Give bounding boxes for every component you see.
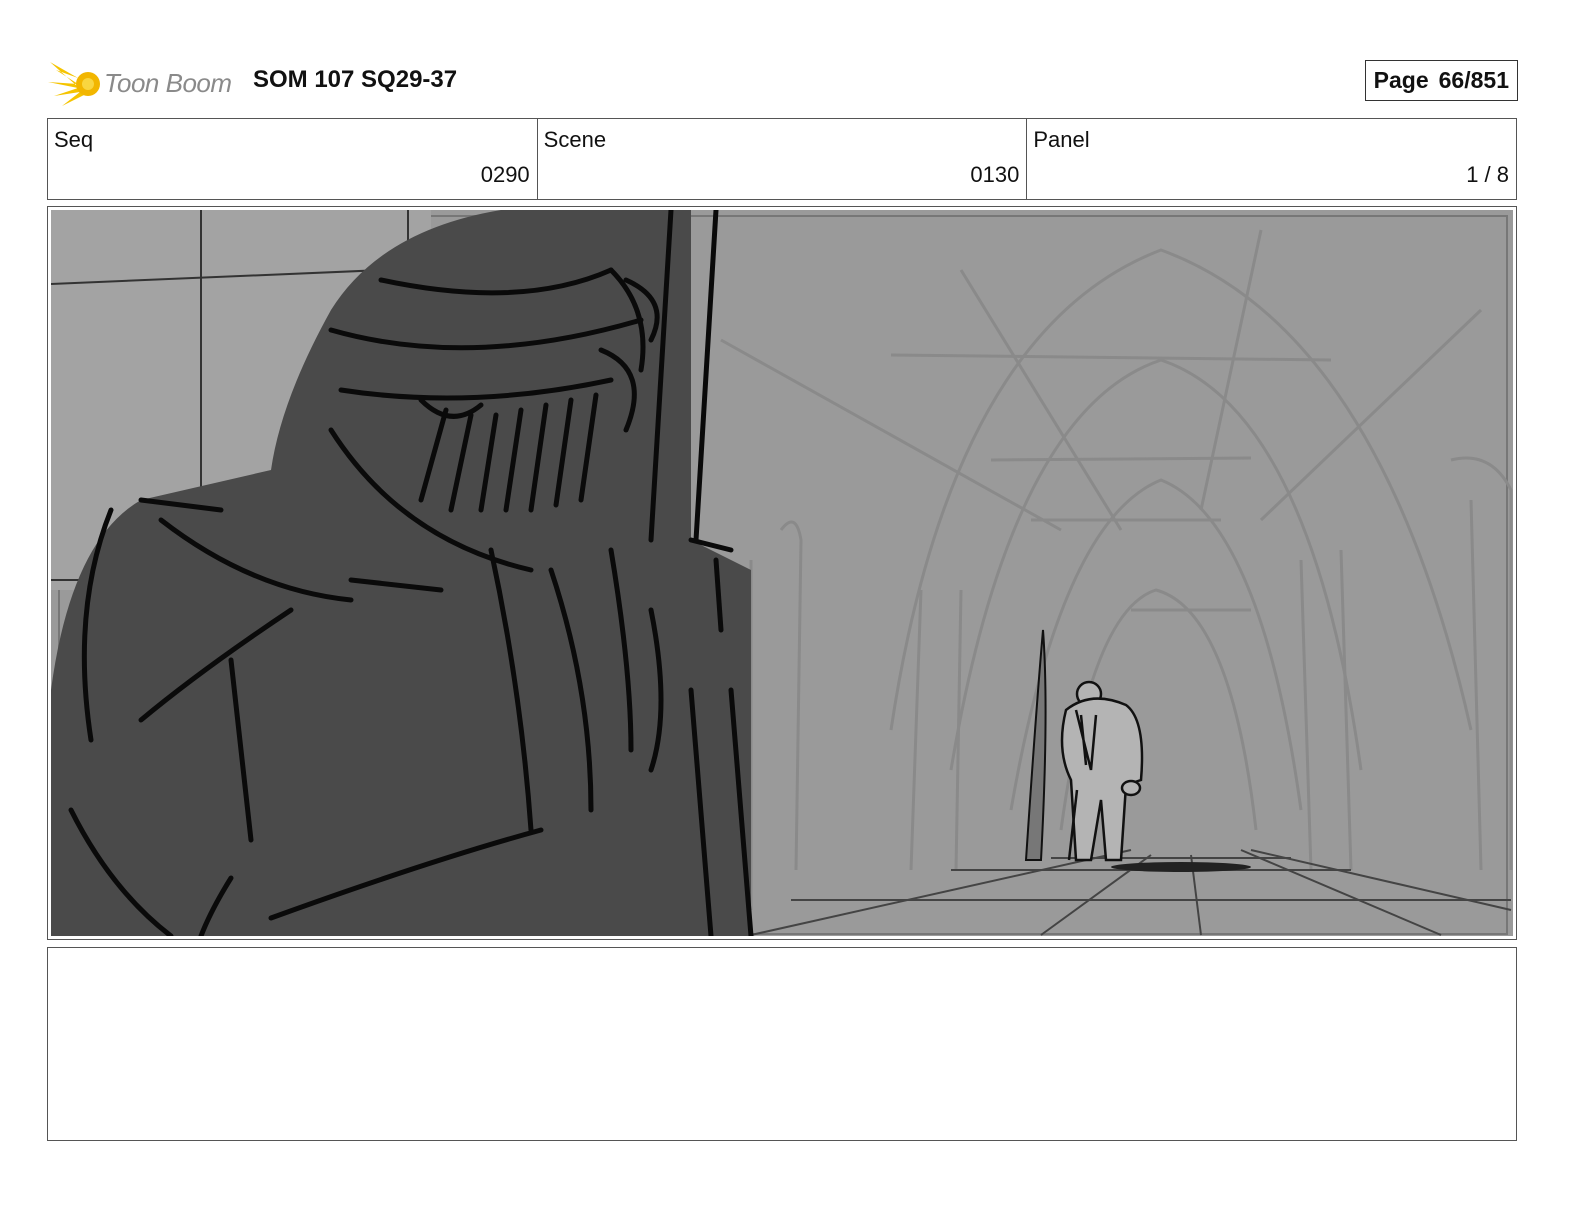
seq-value: 0290 xyxy=(480,162,530,187)
seq-label: Seq xyxy=(54,127,94,152)
panel-notes-box xyxy=(47,947,1517,1141)
storyboard-sketch-image xyxy=(51,210,1513,936)
panel-value: 1 / 8 xyxy=(1466,162,1510,187)
seq-cell: Seq 0290 xyxy=(48,119,538,199)
panel-info-table: Seq 0290 Scene 0130 Panel 1 / 8 xyxy=(47,118,1517,200)
storyboard-panel-frame xyxy=(47,206,1517,940)
toon-boom-logo: Toon Boom xyxy=(48,56,238,108)
toon-boom-star-logo-icon xyxy=(48,62,100,106)
page-label: Page xyxy=(1373,67,1429,93)
scene-label: Scene xyxy=(543,127,607,152)
scene-cell: Scene 0130 xyxy=(538,119,1028,199)
page-header: Toon Boom SOM 107 SQ29-37 Page 66/851 xyxy=(48,52,1518,108)
scene-value: 0130 xyxy=(970,162,1020,187)
page-number: 66/851 xyxy=(1438,67,1509,93)
panel-cell: Panel 1 / 8 xyxy=(1027,119,1516,199)
page-indicator: Page 66/851 xyxy=(1364,60,1518,101)
panel-label: Panel xyxy=(1033,127,1090,152)
logo-text: Toon Boom xyxy=(104,68,232,98)
document-title: SOM 107 SQ29-37 xyxy=(253,66,458,93)
